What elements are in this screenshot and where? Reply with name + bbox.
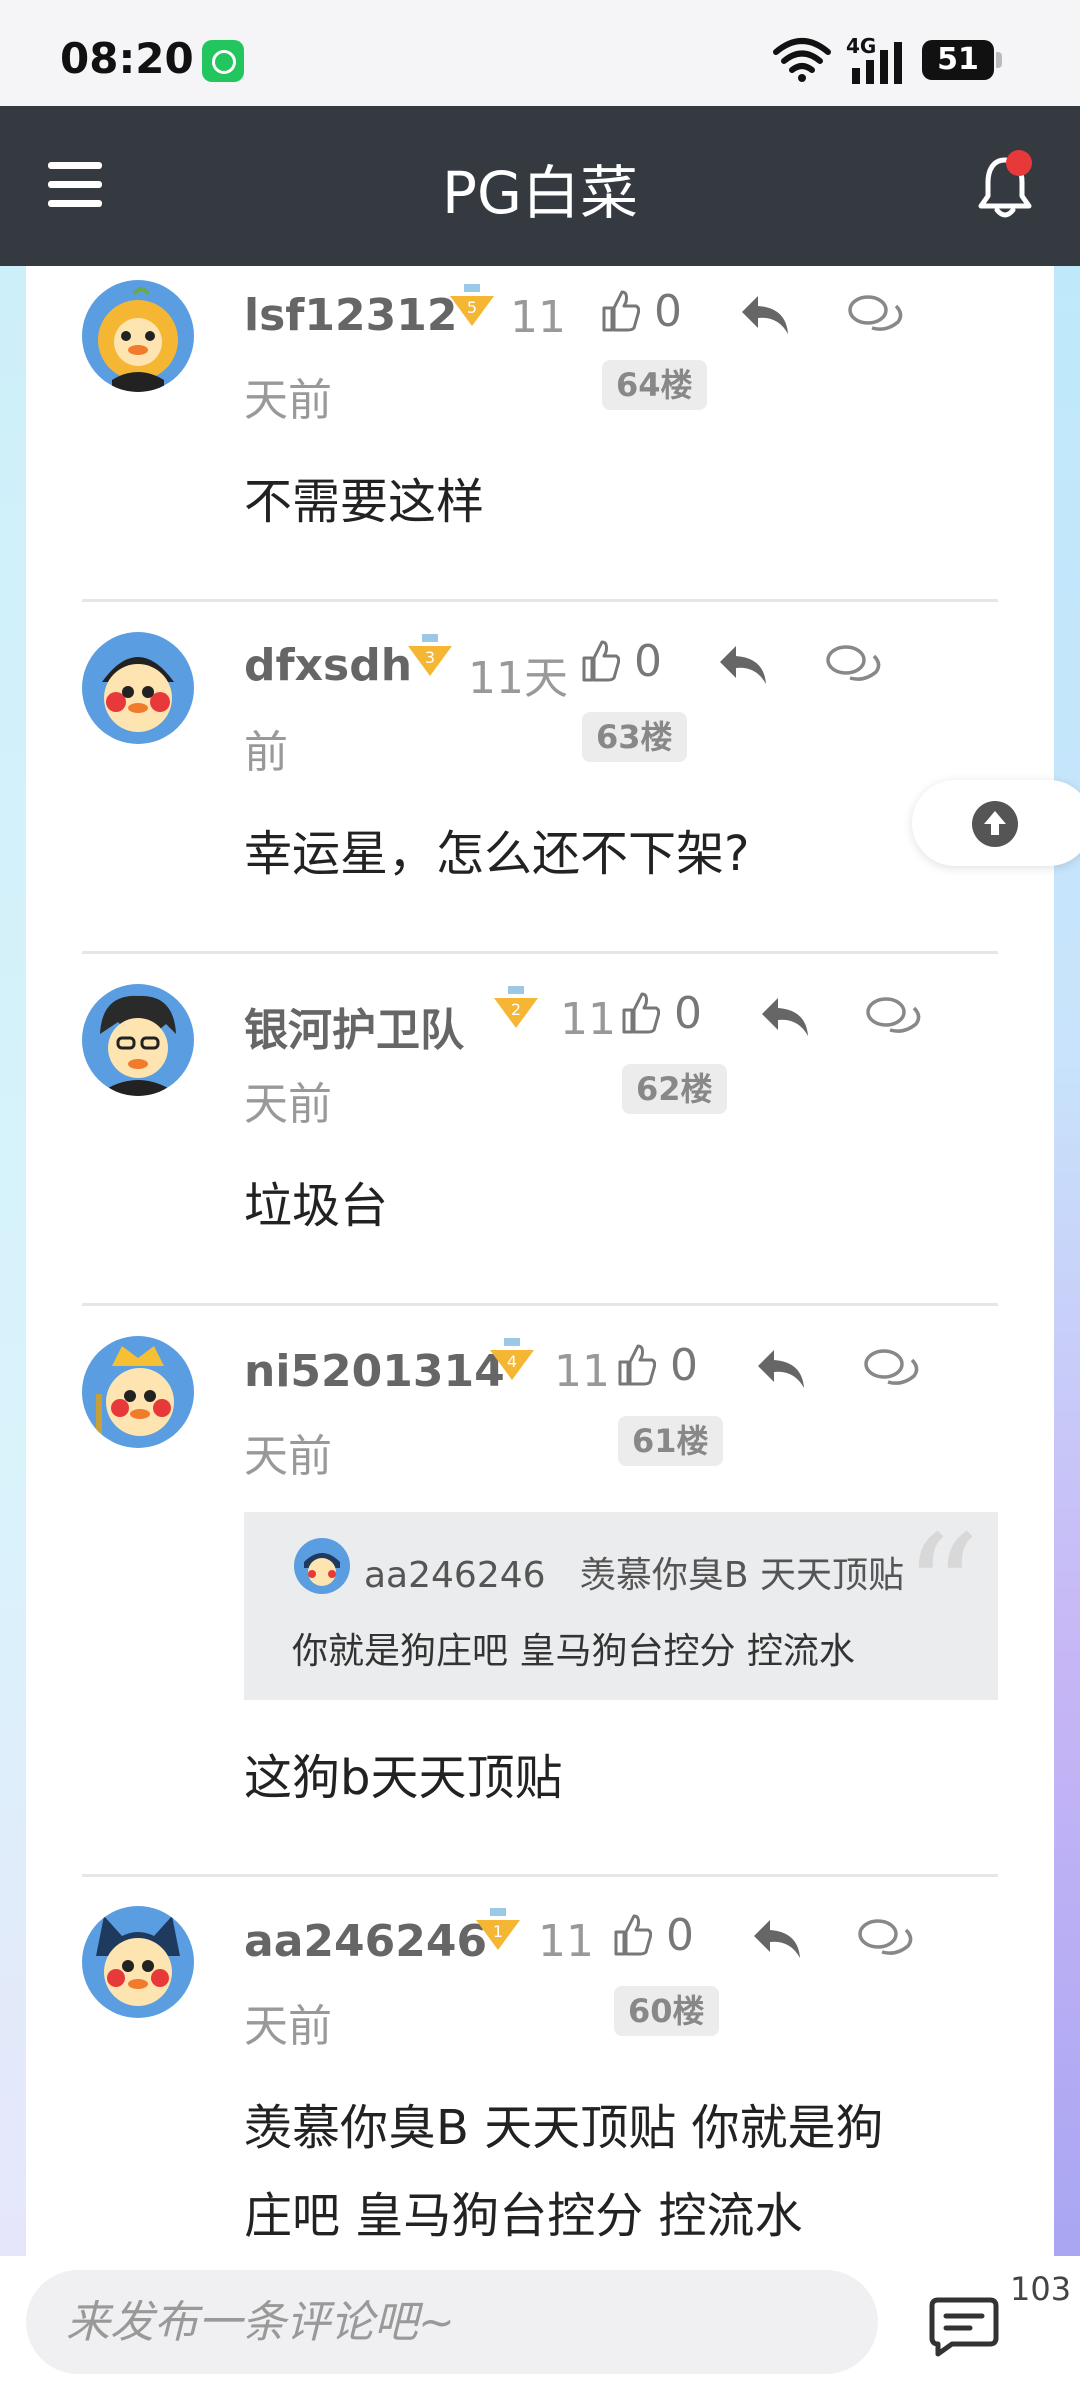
quote-mark-icon: “ <box>903 1504 980 1678</box>
quoted-text-line2: 你就是狗庄吧 皇马狗台控分 控流水 <box>292 1631 855 1672</box>
chat-bubble-icon[interactable] <box>864 994 922 1038</box>
comment-username[interactable]: ni5201314 <box>244 1346 505 1397</box>
thumbs-up-icon <box>618 1344 657 1386</box>
comment-text-line1: 羡慕你臭B 天天顶贴 你就是狗 <box>244 2100 884 2156</box>
floor-badge: 61楼 <box>618 1416 723 1466</box>
comment-text-line2: 庄吧 皇马狗台控分 控流水 <box>244 2188 803 2244</box>
scroll-to-top-button[interactable] <box>912 780 1080 866</box>
like-button[interactable]: 0 <box>616 1340 698 1391</box>
quoted-text-start: 羡慕你臭B 天天顶贴 <box>579 1555 905 1596</box>
comment-time: 11天 <box>468 653 568 704</box>
floor-badge: 63楼 <box>582 712 687 762</box>
comment-input[interactable] <box>26 2270 878 2374</box>
chat-bubble-icon[interactable] <box>846 292 904 336</box>
chat-bubble-icon[interactable] <box>862 1346 920 1390</box>
comment-time-suffix: 前 <box>244 727 288 778</box>
divider <box>82 599 998 602</box>
comment-username[interactable]: dfxsdh <box>244 640 412 691</box>
comment-time: 11 <box>538 1916 594 1967</box>
like-count: 0 <box>674 988 702 1039</box>
chat-bubble-icon[interactable] <box>824 642 882 686</box>
signal-icon <box>852 42 902 84</box>
like-count: 0 <box>666 1910 694 1961</box>
quoted-username[interactable]: aa246246 <box>364 1555 546 1596</box>
arrow-up-icon <box>972 801 1018 847</box>
svg-text:3: 3 <box>425 648 435 667</box>
comment-time-suffix: 天前 <box>244 1079 332 1130</box>
wifi-icon <box>773 38 831 82</box>
avatar[interactable] <box>82 280 194 392</box>
bottom-comment-bar: 103 <box>0 2256 1080 2400</box>
comment-text: 垃圾台 <box>244 1178 389 1234</box>
reply-icon[interactable] <box>758 994 812 1038</box>
floor-badge: 60楼 <box>614 1986 719 2036</box>
background-left <box>0 266 26 2256</box>
quoted-comment: aa246246 羡慕你臭B 天天顶贴 你就是狗庄吧 皇马狗台控分 控流水 “ <box>244 1512 998 1700</box>
status-bar: 08:20 4G 51 <box>0 0 1080 106</box>
svg-text:2: 2 <box>511 1000 521 1019</box>
divider <box>82 1303 998 1306</box>
avatar[interactable] <box>82 632 194 744</box>
like-count: 0 <box>670 1340 698 1391</box>
like-button[interactable]: 0 <box>612 1910 694 1961</box>
comment-time-suffix: 天前 <box>244 1431 332 1482</box>
like-button[interactable]: 0 <box>620 988 702 1039</box>
avatar[interactable] <box>82 1336 194 1448</box>
battery-icon: 51 <box>922 40 1002 80</box>
like-button[interactable]: 0 <box>600 286 682 337</box>
reply-icon[interactable] <box>750 1916 804 1960</box>
level-medal-icon: 1 <box>476 1908 520 1950</box>
notification-dot <box>1006 150 1032 176</box>
floor-badge: 64楼 <box>602 360 707 410</box>
comment-icon[interactable] <box>928 2296 1000 2358</box>
app-notification-icon <box>202 40 244 82</box>
quoted-avatar <box>294 1538 350 1594</box>
thumbs-up-icon <box>622 992 661 1034</box>
divider <box>82 1874 998 1877</box>
svg-text:4: 4 <box>507 1352 517 1371</box>
comment-time-suffix: 天前 <box>244 2001 332 2052</box>
level-medal-icon: 4 <box>490 1338 534 1380</box>
thumbs-up-icon <box>602 290 641 332</box>
comment-list: lsf12312 5 11 天前 0 64楼 不需要这样 dfxsdh 3 11… <box>26 266 1054 2256</box>
quoted-text-line1: aa246246 羡慕你臭B 天天顶贴 <box>364 1546 904 1598</box>
comment-time: 11 <box>510 292 566 343</box>
comment-text: 不需要这样 <box>244 474 485 530</box>
status-time: 08:20 <box>60 34 194 83</box>
level-medal-icon: 5 <box>450 284 494 326</box>
app-header: PG白菜 <box>0 106 1080 266</box>
chat-bubble-icon[interactable] <box>856 1916 914 1960</box>
floor-badge: 62楼 <box>622 1064 727 1114</box>
comment-count-badge: 103 <box>1010 2270 1072 2308</box>
background-right <box>1054 266 1080 2256</box>
like-count: 0 <box>654 286 682 337</box>
reply-icon[interactable] <box>738 292 792 336</box>
reply-icon[interactable] <box>754 1346 808 1390</box>
comment-time: 11 <box>560 994 616 1045</box>
page-title: PG白菜 <box>442 159 638 227</box>
comment-time: 11 <box>554 1346 610 1397</box>
comment-username[interactable]: 银河护卫队 <box>244 994 464 1058</box>
level-medal-icon: 2 <box>494 986 538 1028</box>
svg-text:5: 5 <box>467 298 477 317</box>
like-count: 0 <box>634 636 662 687</box>
avatar[interactable] <box>82 1906 194 2018</box>
thumbs-up-icon <box>614 1914 653 1956</box>
divider <box>82 951 998 954</box>
level-medal-icon: 3 <box>408 634 452 676</box>
comment-text: 幸运星，怎么还不下架? <box>244 826 750 882</box>
comment-username[interactable]: lsf12312 <box>244 290 458 341</box>
comment-time-suffix: 天前 <box>244 375 332 426</box>
like-button[interactable]: 0 <box>580 636 662 687</box>
svg-text:1: 1 <box>493 1922 503 1941</box>
reply-icon[interactable] <box>716 642 770 686</box>
avatar[interactable] <box>82 984 194 1096</box>
comment-text: 这狗b天天顶贴 <box>244 1750 563 1806</box>
comment-username[interactable]: aa246246 <box>244 1916 487 1967</box>
thumbs-up-icon <box>582 640 621 682</box>
